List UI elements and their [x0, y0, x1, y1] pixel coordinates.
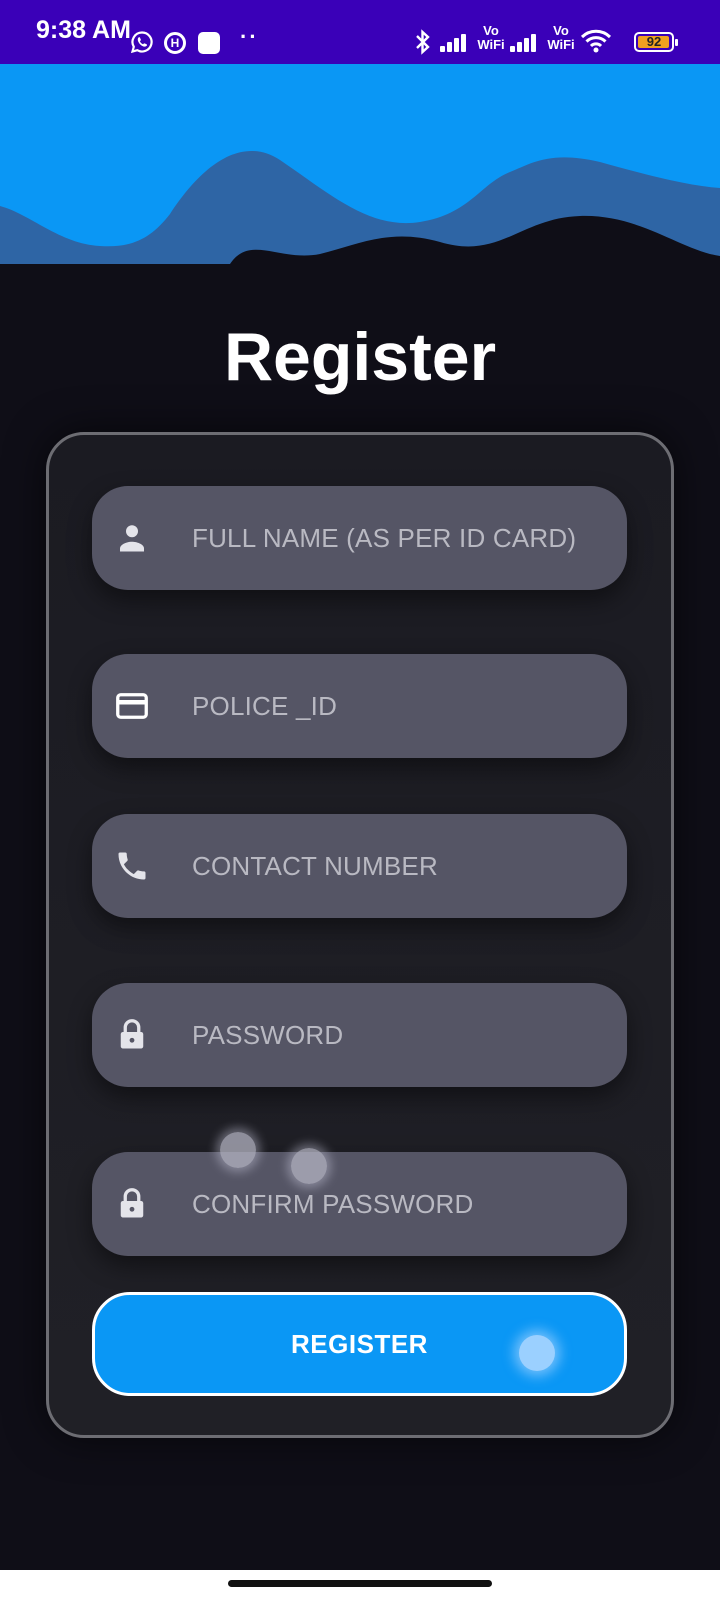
phone-icon [118, 852, 146, 880]
person-icon [120, 525, 144, 552]
page-title: Register [223, 319, 497, 395]
lock-icon [120, 1188, 144, 1218]
credit-card-icon [116, 693, 148, 719]
vowifi-icon: Vo WiFi [477, 23, 505, 52]
bluetooth-icon [416, 29, 430, 55]
contact-number-input[interactable]: CONTACT NUMBER [92, 814, 627, 918]
lock-icon [120, 1019, 144, 1049]
touch-indicator [519, 1335, 555, 1371]
more-notifications-icon: ·· [240, 24, 259, 49]
full-name-placeholder: FULL NAME (AS PER ID CARD) [192, 523, 577, 553]
police-id-placeholder: POLICE _ID [192, 691, 338, 721]
signal-icon-2 [510, 30, 542, 52]
touch-indicator [220, 1132, 256, 1168]
password-input[interactable]: PASSWORD [92, 983, 627, 1087]
status-time: 9:38 AM [36, 16, 131, 44]
status-bar: 9:38 AM H ·· Vo WiFi Vo WiFi 92 [0, 0, 720, 64]
confirm-password-input[interactable]: CONFIRM PASSWORD [92, 1152, 627, 1256]
home-indicator[interactable] [228, 1580, 492, 1587]
whatsapp-icon [130, 31, 153, 54]
signal-icon [440, 30, 472, 52]
password-placeholder: PASSWORD [192, 1020, 344, 1050]
police-id-input[interactable]: POLICE _ID [92, 654, 627, 758]
vowifi-icon-2: Vo WiFi [547, 23, 575, 52]
touch-indicator [291, 1148, 327, 1184]
h-icon: H [164, 32, 186, 54]
full-name-input[interactable]: FULL NAME (AS PER ID CARD) [92, 486, 627, 590]
battery-icon: 92 [634, 32, 678, 52]
contact-number-placeholder: CONTACT NUMBER [192, 851, 438, 881]
header-wave [0, 64, 720, 264]
wifi-icon [580, 29, 612, 53]
app-square-icon [198, 32, 220, 54]
